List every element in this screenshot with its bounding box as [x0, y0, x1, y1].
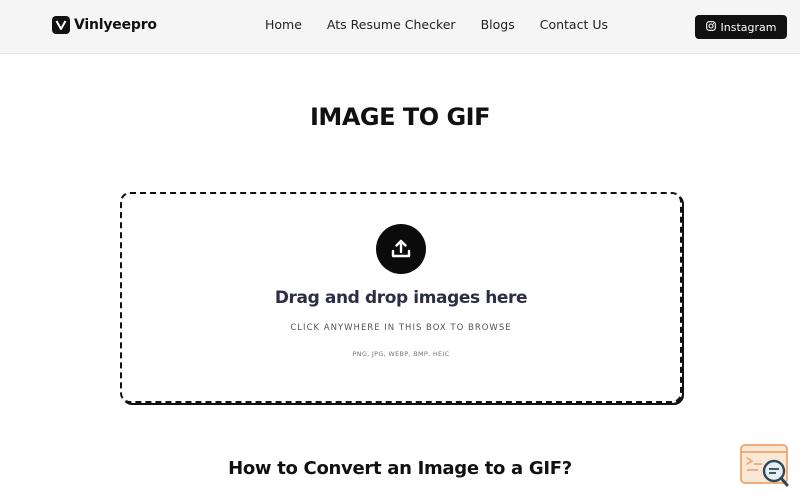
logo-text: Vinlyeepro — [74, 17, 157, 33]
upload-icon — [376, 224, 426, 274]
instagram-icon — [705, 20, 716, 34]
nav-item-ats-resume-checker[interactable]: Ats Resume Checker — [327, 17, 456, 37]
site-logo[interactable]: Vinlyeepro — [52, 14, 157, 36]
how-to-heading: How to Convert an Image to a GIF? — [228, 458, 572, 479]
search-widget-icon[interactable] — [740, 444, 792, 490]
site-header: Vinlyeepro Home Ats Resume Checker Blogs… — [0, 0, 800, 54]
v-logo-icon — [52, 16, 70, 34]
instagram-button[interactable]: Instagram — [695, 15, 787, 39]
nav-item-home[interactable]: Home — [265, 17, 302, 37]
main-nav: Home Ats Resume Checker Blogs Contact Us — [265, 17, 608, 37]
nav-item-contact-us[interactable]: Contact Us — [540, 17, 608, 37]
nav-item-blogs[interactable]: Blogs — [481, 17, 515, 37]
page-title: IMAGE TO GIF — [310, 103, 491, 131]
dropzone-heading: Drag and drop images here — [274, 288, 528, 308]
instagram-button-label: Instagram — [720, 20, 777, 34]
image-dropzone[interactable]: Drag and drop images here CLICK ANYWHERE… — [120, 192, 682, 403]
page: Vinlyeepro Home Ats Resume Checker Blogs… — [0, 0, 800, 500]
dropzone-subtext: CLICK ANYWHERE IN THIS BOX TO BROWSE — [290, 323, 512, 333]
dropzone-formats: PNG, JPG, WEBP, BMP, HEIC — [352, 350, 450, 358]
